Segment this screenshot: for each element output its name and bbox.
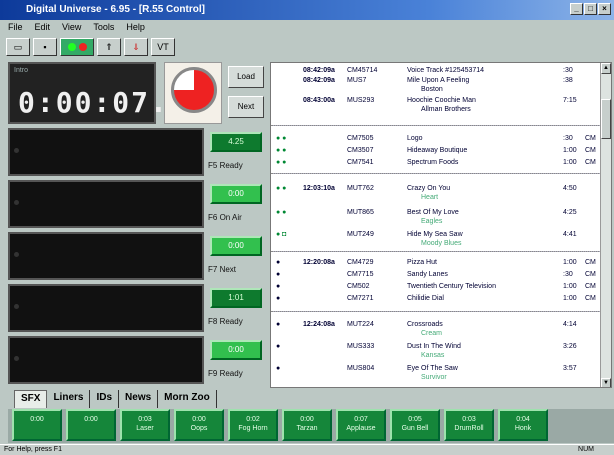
intro-timer: Intro 0:00:07.8: [8, 62, 186, 124]
cart-state: F6 On Air: [208, 213, 242, 222]
dot-marker-icon: ● ●: [276, 147, 287, 154]
sfx-button[interactable]: 0:07 Applause: [336, 409, 386, 441]
scroll-thumb[interactable]: [601, 99, 611, 139]
cart-play-button[interactable]: 1:01: [210, 288, 262, 308]
cart-state: F9 Ready: [208, 369, 243, 378]
dot-marker-icon: ●: [276, 343, 281, 350]
save-button[interactable]: ▪: [33, 38, 57, 56]
status-dot-icon: [14, 356, 19, 361]
sfx-button[interactable]: 0:03 DrumRoll: [444, 409, 494, 441]
green-light-icon: [67, 43, 76, 51]
scroll-up-icon[interactable]: ▲: [601, 63, 611, 74]
vt-button[interactable]: VT: [151, 38, 175, 56]
cart-play-button[interactable]: 0:00: [210, 236, 262, 256]
menu-file[interactable]: File: [8, 22, 23, 36]
open-button[interactable]: ▭: [6, 38, 30, 56]
menu-tools[interactable]: Tools: [93, 22, 114, 36]
sfx-button[interactable]: 0:00 Oops: [174, 409, 224, 441]
menu-help[interactable]: Help: [126, 22, 145, 36]
cart-play-button[interactable]: 0:00: [210, 340, 262, 360]
playlist-scrollbar[interactable]: ▲ ▼: [600, 63, 611, 387]
sfx-button[interactable]: 0:02 Fog Horn: [228, 409, 278, 441]
status-dot-icon: [14, 200, 19, 205]
menu-bar: File Edit View Tools Help: [0, 20, 614, 36]
sfx-button[interactable]: 0:05 Gun Bell: [390, 409, 440, 441]
folder-icon: ▭: [13, 41, 23, 52]
countdown-clock-icon: [171, 67, 217, 113]
cart-deck-1: 4.25 F5 Ready: [8, 128, 266, 176]
arrow-up-icon: ⇑: [105, 41, 113, 52]
tab-news[interactable]: News: [119, 390, 159, 408]
menu-view[interactable]: View: [62, 22, 81, 36]
maximize-button[interactable]: □: [584, 3, 597, 15]
cart-tabs: SFX Liners IDs News Morn Zoo: [14, 390, 614, 408]
title-bar: Digital Universe - 6.95 - [R.55 Control]…: [0, 0, 614, 20]
dot-marker-icon: ●: [276, 321, 281, 328]
sfx-button[interactable]: 0:00: [66, 409, 116, 441]
cart-state: F8 Ready: [208, 317, 243, 326]
clock-box: [164, 62, 222, 124]
dot-marker-icon: ● ●: [276, 135, 287, 142]
status-dot-icon: [14, 304, 19, 309]
cart-deck-3: 0:00 F7 Next: [8, 232, 266, 280]
dot-marker-icon: ●: [276, 295, 281, 302]
playlist[interactable]: 08:42:09a CM45714 Voice Track #125453714:3…: [270, 62, 612, 388]
cart-state: F5 Ready: [208, 161, 243, 170]
scroll-down-icon[interactable]: ▼: [601, 378, 611, 387]
menu-edit[interactable]: Edit: [35, 22, 51, 36]
onair-toggle[interactable]: [60, 38, 94, 56]
cart-screen: [8, 128, 204, 176]
cart-screen: [8, 284, 204, 332]
cart-play-button[interactable]: 0:00: [210, 184, 262, 204]
sfx-button[interactable]: 0:00 Tarzan: [282, 409, 332, 441]
next-button[interactable]: Next: [228, 96, 264, 118]
dot-marker-icon: ●: [276, 283, 281, 290]
sfx-button[interactable]: 0:04 Honk: [498, 409, 548, 441]
toolbar: ▭ ▪ ⇑ ⇓ VT: [0, 36, 614, 58]
dot-marker-icon: ●: [276, 271, 281, 278]
window-title: Digital Universe - 6.95 - [R.55 Control]: [26, 4, 205, 15]
close-button[interactable]: ×: [598, 3, 611, 15]
level-up-button[interactable]: ⇑: [97, 38, 121, 56]
status-bar: For Help, press F1 NUM: [0, 444, 614, 455]
sfx-button[interactable]: 0:03 Laser: [120, 409, 170, 441]
status-num: NUM: [578, 446, 594, 453]
dot-marker-icon: ●: [276, 259, 281, 266]
tab-sfx[interactable]: SFX: [14, 390, 48, 408]
status-dot-icon: [14, 148, 19, 153]
minimize-button[interactable]: _: [570, 3, 583, 15]
cart-state: F7 Next: [208, 265, 237, 274]
cart-deck-2: 0:00 F6 On Air: [8, 180, 266, 228]
tab-ids[interactable]: IDs: [90, 390, 120, 408]
divider: [271, 311, 601, 312]
cart-screen: [8, 180, 204, 228]
status-help: For Help, press F1: [4, 446, 62, 453]
cart-deck-4: 1:01 F8 Ready: [8, 284, 266, 332]
cart-screen: [8, 336, 204, 384]
sfx-button[interactable]: 0:00: [12, 409, 62, 441]
tab-liners[interactable]: Liners: [47, 390, 91, 408]
divider: [271, 251, 601, 252]
dot-marker-icon: ● ●: [276, 185, 287, 192]
dot-marker-icon: ● ●: [276, 209, 287, 216]
cart-deck-5: 0:00 F9 Ready: [8, 336, 266, 384]
level-down-button[interactable]: ⇓: [124, 38, 148, 56]
cart-screen: [8, 232, 204, 280]
timer-digits: 0:00:07.8: [18, 86, 188, 119]
tab-morn-zoo[interactable]: Morn Zoo: [158, 390, 217, 408]
dot-marker-icon: ●: [276, 365, 281, 372]
dot-marker-icon: ● ●: [276, 159, 287, 166]
timer-label: Intro: [14, 67, 29, 74]
status-dot-icon: [14, 252, 19, 257]
lock-icon: ● ◘: [276, 231, 287, 238]
red-light-icon: [78, 43, 87, 51]
sfx-bar: 0:00 0:00 0:03 Laser 0:00 Oops 0:02 Fog Hor…: [8, 409, 614, 443]
divider: [271, 125, 601, 126]
disk-icon: ▪: [43, 42, 47, 52]
arrow-down-icon: ⇓: [132, 41, 140, 52]
load-button[interactable]: Load: [228, 66, 264, 88]
divider: [271, 173, 601, 174]
left-panel: Intro 0:00:07.8 Load Next 4.25 F5 Ready …: [8, 62, 266, 388]
cart-play-button[interactable]: 4.25: [210, 132, 262, 152]
